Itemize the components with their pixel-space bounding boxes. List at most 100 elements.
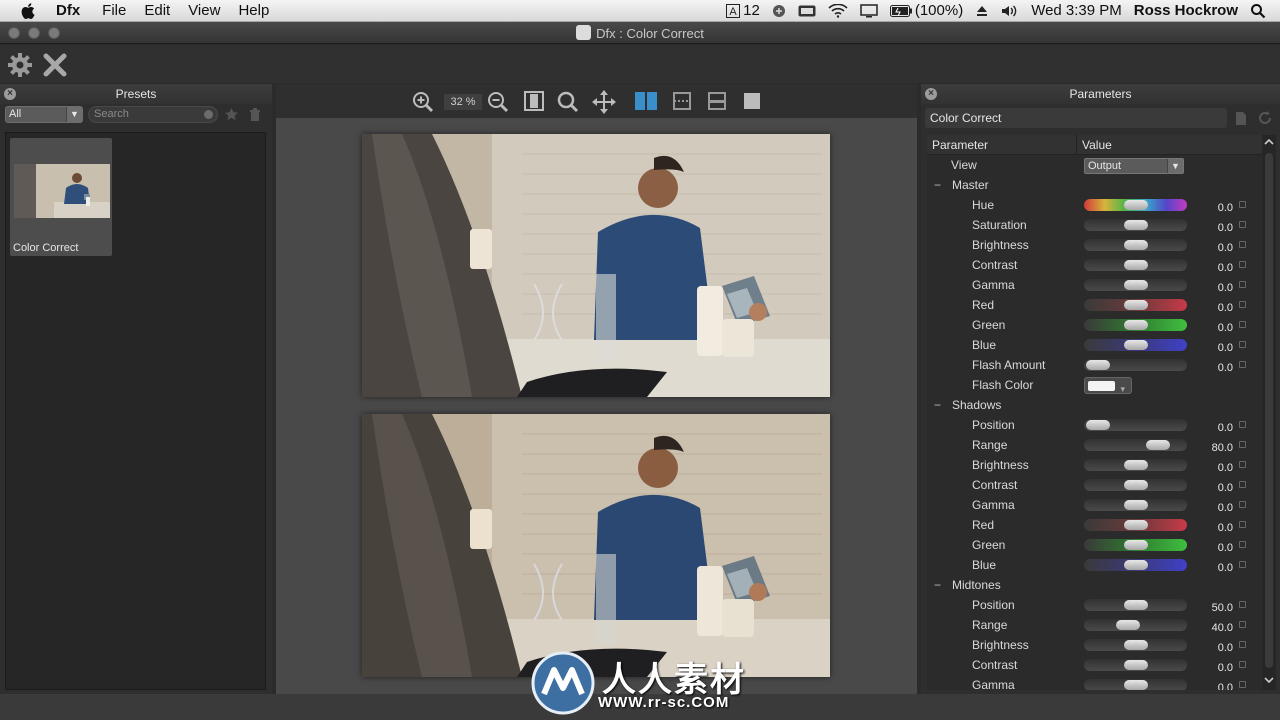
param-slider[interactable] [1084,299,1187,311]
slider-knob[interactable] [1123,320,1148,330]
parameters-close-icon[interactable]: × [925,88,937,100]
param-slider[interactable] [1084,419,1187,431]
param-slider[interactable] [1084,559,1187,571]
split-horizontal-icon[interactable] [671,90,693,112]
parameters-scrollbar[interactable] [1262,135,1276,690]
menu-file[interactable]: File [102,2,126,19]
spotlight-search-icon[interactable] [1250,3,1266,19]
param-slider[interactable] [1084,679,1187,690]
slider-knob[interactable] [1123,560,1148,570]
param-slider[interactable] [1084,439,1187,451]
param-slider[interactable] [1084,619,1187,631]
slider-knob[interactable] [1123,500,1148,510]
memory-icon[interactable] [798,5,816,17]
slider-knob[interactable] [1123,220,1148,230]
presets-filter-dropdown[interactable]: All ▼ [5,106,83,123]
param-slider[interactable] [1084,639,1187,651]
scroll-up-icon[interactable] [1264,137,1274,147]
search-clear-icon[interactable] [204,110,213,119]
view-select[interactable]: Output ▼ [1084,158,1184,174]
keyframe-icon[interactable] [1239,421,1246,428]
flash-color-swatch[interactable]: ▾ [1084,377,1132,394]
slider-knob[interactable] [1086,360,1110,370]
document-icon[interactable] [1234,111,1248,126]
keyframe-icon[interactable] [1239,661,1246,668]
slider-knob[interactable] [1123,280,1148,290]
param-slider[interactable] [1084,359,1187,371]
keyframe-icon[interactable] [1239,201,1246,208]
keyframe-icon[interactable] [1239,281,1246,288]
keyframe-icon[interactable] [1239,681,1246,688]
slider-knob[interactable] [1123,680,1148,690]
keyframe-icon[interactable] [1239,441,1246,448]
param-slider[interactable] [1084,319,1187,331]
viewer-source-frame[interactable] [362,414,830,677]
param-slider[interactable] [1084,219,1187,231]
preset-item[interactable]: Color Correct [10,138,112,256]
keyframe-icon[interactable] [1239,541,1246,548]
param-slider[interactable] [1084,519,1187,531]
eject-icon[interactable] [975,4,989,18]
zoom-out-icon[interactable] [486,90,510,114]
viewer-output-frame[interactable] [362,134,830,397]
group-row-shadows[interactable]: − Shadows [927,395,1264,415]
param-slider[interactable] [1084,239,1187,251]
trash-icon[interactable] [248,107,262,122]
fit-frame-icon[interactable] [523,90,545,112]
slider-knob[interactable] [1123,600,1148,610]
collapse-icon[interactable]: − [934,575,941,595]
pan-move-icon[interactable] [591,89,617,115]
param-slider[interactable] [1084,199,1187,211]
keyframe-icon[interactable] [1239,321,1246,328]
zoom-in-icon[interactable] [411,90,435,114]
param-slider[interactable] [1084,259,1187,271]
favorite-star-icon[interactable] [224,107,239,122]
param-slider[interactable] [1084,459,1187,471]
slider-knob[interactable] [1123,240,1148,250]
group-row-midtones[interactable]: − Midtones [927,575,1264,595]
slider-knob[interactable] [1086,420,1110,430]
scroll-down-icon[interactable] [1264,675,1274,685]
keyframe-icon[interactable] [1239,501,1246,508]
split-wipe-icon[interactable] [706,90,728,112]
display-icon[interactable] [860,3,878,18]
volume-icon[interactable] [1001,4,1019,18]
scrollbar-thumb[interactable] [1265,153,1273,668]
close-icon[interactable] [42,52,68,78]
slider-knob[interactable] [1123,260,1148,270]
slider-knob[interactable] [1123,660,1148,670]
wifi-icon[interactable] [828,3,848,18]
keyframe-icon[interactable] [1239,221,1246,228]
group-row-master[interactable]: − Master [927,175,1264,195]
clock[interactable]: Wed 3:39 PM [1031,2,1122,19]
keyframe-icon[interactable] [1239,521,1246,528]
apple-icon[interactable] [20,2,38,20]
keyframe-icon[interactable] [1239,641,1246,648]
keyframe-icon[interactable] [1239,341,1246,348]
slider-knob[interactable] [1123,520,1148,530]
keyframe-icon[interactable] [1239,601,1246,608]
menu-help[interactable]: Help [238,2,269,19]
slider-knob[interactable] [1123,300,1148,310]
slider-knob[interactable] [1123,540,1148,550]
keyframe-icon[interactable] [1239,621,1246,628]
presets-search-input[interactable]: Search [88,106,218,123]
param-slider[interactable] [1084,479,1187,491]
param-value[interactable]: 0.0 [1189,678,1233,690]
slider-knob[interactable] [1123,340,1148,350]
keyframe-icon[interactable] [1239,241,1246,248]
menu-app-name[interactable]: Dfx [56,2,80,19]
menu-edit[interactable]: Edit [144,2,170,19]
collapse-icon[interactable]: − [934,395,941,415]
param-slider[interactable] [1084,599,1187,611]
slider-knob[interactable] [1123,200,1148,210]
slider-knob[interactable] [1123,480,1148,490]
keyframe-icon[interactable] [1239,461,1246,468]
param-slider[interactable] [1084,659,1187,671]
param-slider[interactable] [1084,499,1187,511]
presets-close-icon[interactable]: × [4,88,16,100]
keyframe-icon[interactable] [1239,561,1246,568]
param-slider[interactable] [1084,339,1187,351]
reset-icon[interactable] [1257,110,1273,126]
zoom-level[interactable]: 32 % [444,94,482,110]
